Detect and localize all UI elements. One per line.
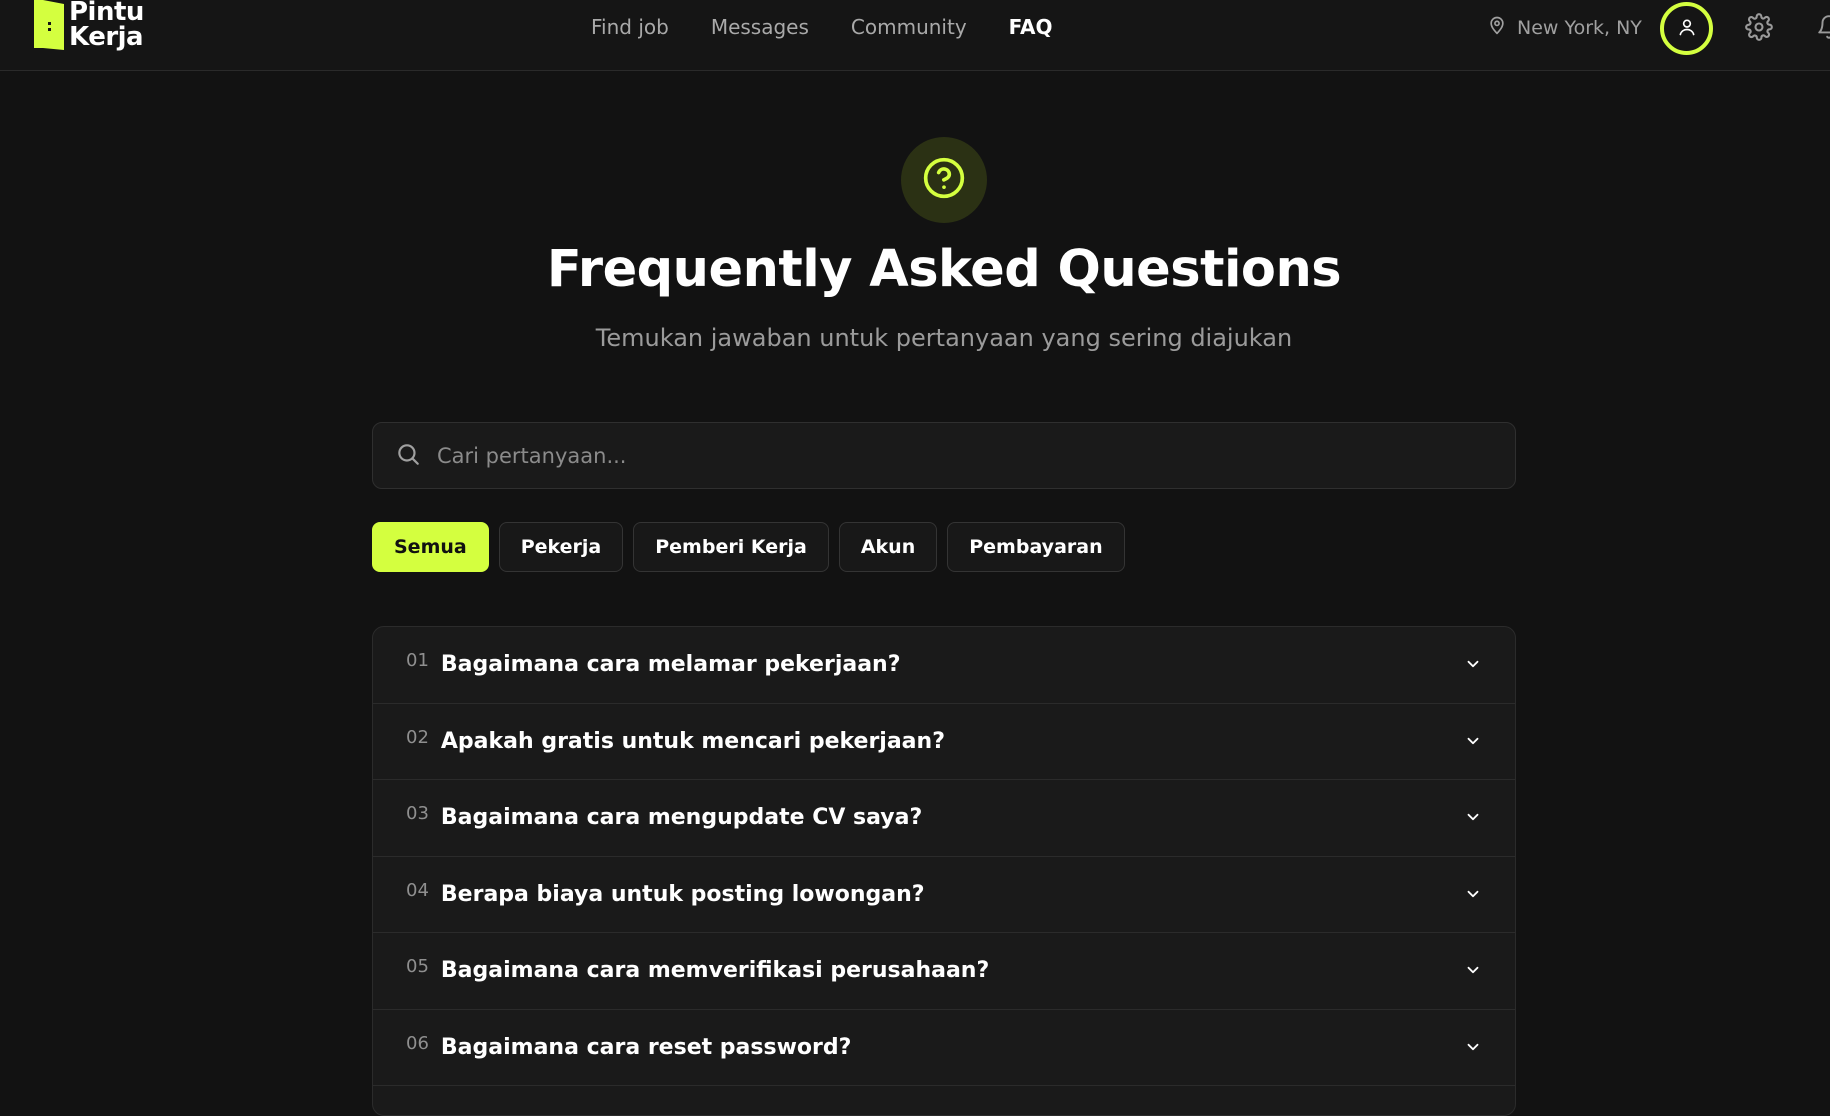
filter-chip-pembayaran[interactable]: Pembayaran <box>947 522 1125 572</box>
faq-number: 01 <box>406 650 429 672</box>
nav-link-messages[interactable]: Messages <box>711 15 809 39</box>
bell-icon <box>1816 15 1830 45</box>
faq-question: Bagaimana cara mengupdate CV saya? <box>440 805 923 831</box>
question-circle-icon <box>922 156 966 204</box>
faq-question: Apakah gratis untuk mencari pekerjaan? <box>440 728 945 754</box>
map-pin-icon <box>1487 14 1517 41</box>
faq-item[interactable]: 05 Bagaimana cara memverifikasi perusaha… <box>373 933 1515 1010</box>
page-title: Frequently Asked Questions <box>546 240 1342 299</box>
faq-item[interactable]: 06 Bagaimana cara reset password? <box>373 1010 1515 1086</box>
filter-chip-semua[interactable]: Semua <box>372 522 489 572</box>
main-nav: Find job Messages Community FAQ <box>591 15 1095 39</box>
category-filters: Semua Pekerja Pemberi Kerja Akun Pembaya… <box>372 522 1135 572</box>
filter-chip-pekerja[interactable]: Pekerja <box>498 522 624 572</box>
nav-link-community[interactable]: Community <box>851 15 967 39</box>
filter-chip-akun[interactable]: Akun <box>838 522 938 572</box>
chevron-down-icon[interactable] <box>1464 655 1482 677</box>
faq-number: 04 <box>406 879 429 901</box>
chevron-down-icon[interactable] <box>1464 808 1482 830</box>
faq-item[interactable]: 03 Bagaimana cara mengupdate CV saya? <box>373 780 1515 857</box>
faq-number: 03 <box>406 803 429 825</box>
chevron-down-icon[interactable] <box>1464 885 1482 907</box>
search-icon <box>395 441 421 471</box>
faq-hero-badge <box>901 137 987 223</box>
faq-item[interactable]: 02 Apakah gratis untuk mencari pekerjaan… <box>373 704 1515 780</box>
profile-button[interactable] <box>1660 2 1713 55</box>
location-label: New York, NY <box>1517 16 1642 39</box>
settings-button[interactable] <box>1745 13 1773 45</box>
chevron-down-icon[interactable] <box>1464 961 1482 983</box>
faq-number: 05 <box>406 956 429 978</box>
faq-question: Bagaimana cara memverifikasi perusahaan? <box>440 958 990 984</box>
chevron-down-icon[interactable] <box>1464 732 1482 754</box>
search-input[interactable] <box>437 443 1477 468</box>
top-navbar: Pintu Kerja Find job Messages Community … <box>0 0 1830 71</box>
user-icon <box>1677 17 1697 41</box>
faq-question: Berapa biaya untuk posting lowongan? <box>440 881 925 907</box>
gear-icon <box>1745 13 1773 45</box>
faq-item[interactable]: 04 Berapa biaya untuk posting lowongan? <box>373 857 1515 933</box>
chevron-down-icon[interactable] <box>1464 1038 1482 1060</box>
brand-name: Pintu Kerja <box>69 0 144 50</box>
faq-number: 02 <box>406 726 429 748</box>
faq-question: Bagaimana cara melamar pekerjaan? <box>440 652 901 678</box>
faq-search-bar[interactable] <box>372 422 1516 489</box>
location-selector[interactable]: New York, NY <box>1487 14 1642 41</box>
nav-link-find-job[interactable]: Find job <box>591 15 669 39</box>
faq-question: Bagaimana cara reset password? <box>440 1034 852 1060</box>
door-logo-icon <box>34 0 64 50</box>
filter-chip-pemberi-kerja[interactable]: Pemberi Kerja <box>633 522 829 572</box>
brand-logo[interactable]: Pintu Kerja <box>34 0 144 50</box>
faq-number: 06 <box>406 1032 429 1054</box>
nav-link-faq[interactable]: FAQ <box>1009 15 1053 39</box>
brand-line-2: Kerja <box>69 22 144 52</box>
page-subtitle: Temukan jawaban untuk pertanyaan yang se… <box>595 324 1293 352</box>
notifications-button[interactable] <box>1816 13 1830 45</box>
faq-item[interactable]: 01 Bagaimana cara melamar pekerjaan? <box>373 627 1515 704</box>
faq-accordion: 01 Bagaimana cara melamar pekerjaan? 02 … <box>372 626 1516 1116</box>
